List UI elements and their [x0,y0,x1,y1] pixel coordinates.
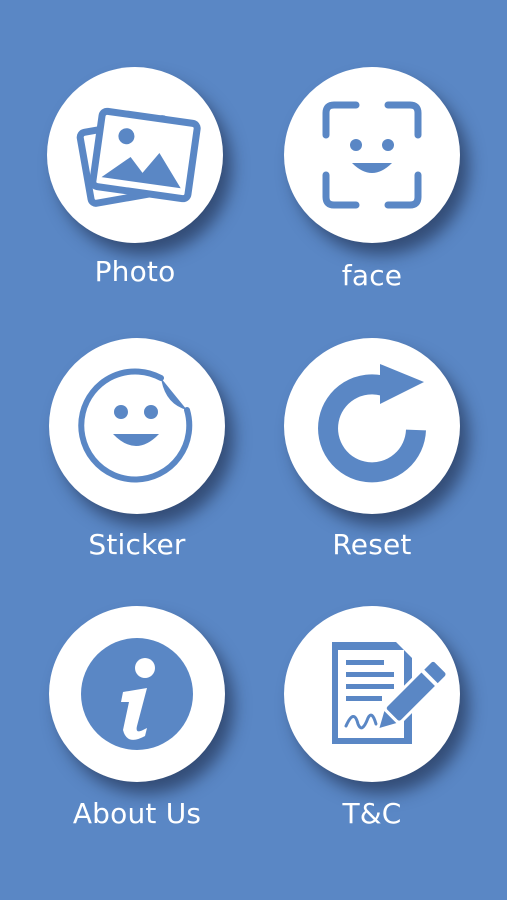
terms-circle[interactable] [284,606,460,782]
photo-icon [76,107,201,207]
reset-label: Reset [332,528,412,561]
photo-label: Photo [94,255,176,288]
about-us-button[interactable]: About Us [37,606,237,846]
sticker-label: Sticker [88,528,186,561]
sticker-button[interactable]: Sticker [37,338,237,578]
reset-button[interactable]: Reset [272,338,472,578]
face-circle[interactable] [284,67,460,243]
info-icon [81,638,193,750]
sticker-circle[interactable] [49,338,225,514]
app-screen: { "theme": { "background": "#5a87c5", "c… [0,0,507,900]
face-label: face [341,259,403,292]
document-sign-icon [332,642,449,744]
face-scan-icon [322,101,422,209]
photo-button[interactable]: Photo [35,67,235,307]
about-us-label: About Us [72,797,202,830]
terms-button[interactable]: T&C [272,606,472,846]
about-us-circle[interactable] [49,606,225,782]
face-button[interactable]: face [272,67,472,307]
terms-label: T&C [342,797,402,830]
reset-circle[interactable] [284,338,460,514]
photo-circle[interactable] [47,67,223,243]
reset-icon [318,364,426,483]
sticker-icon [78,368,193,483]
